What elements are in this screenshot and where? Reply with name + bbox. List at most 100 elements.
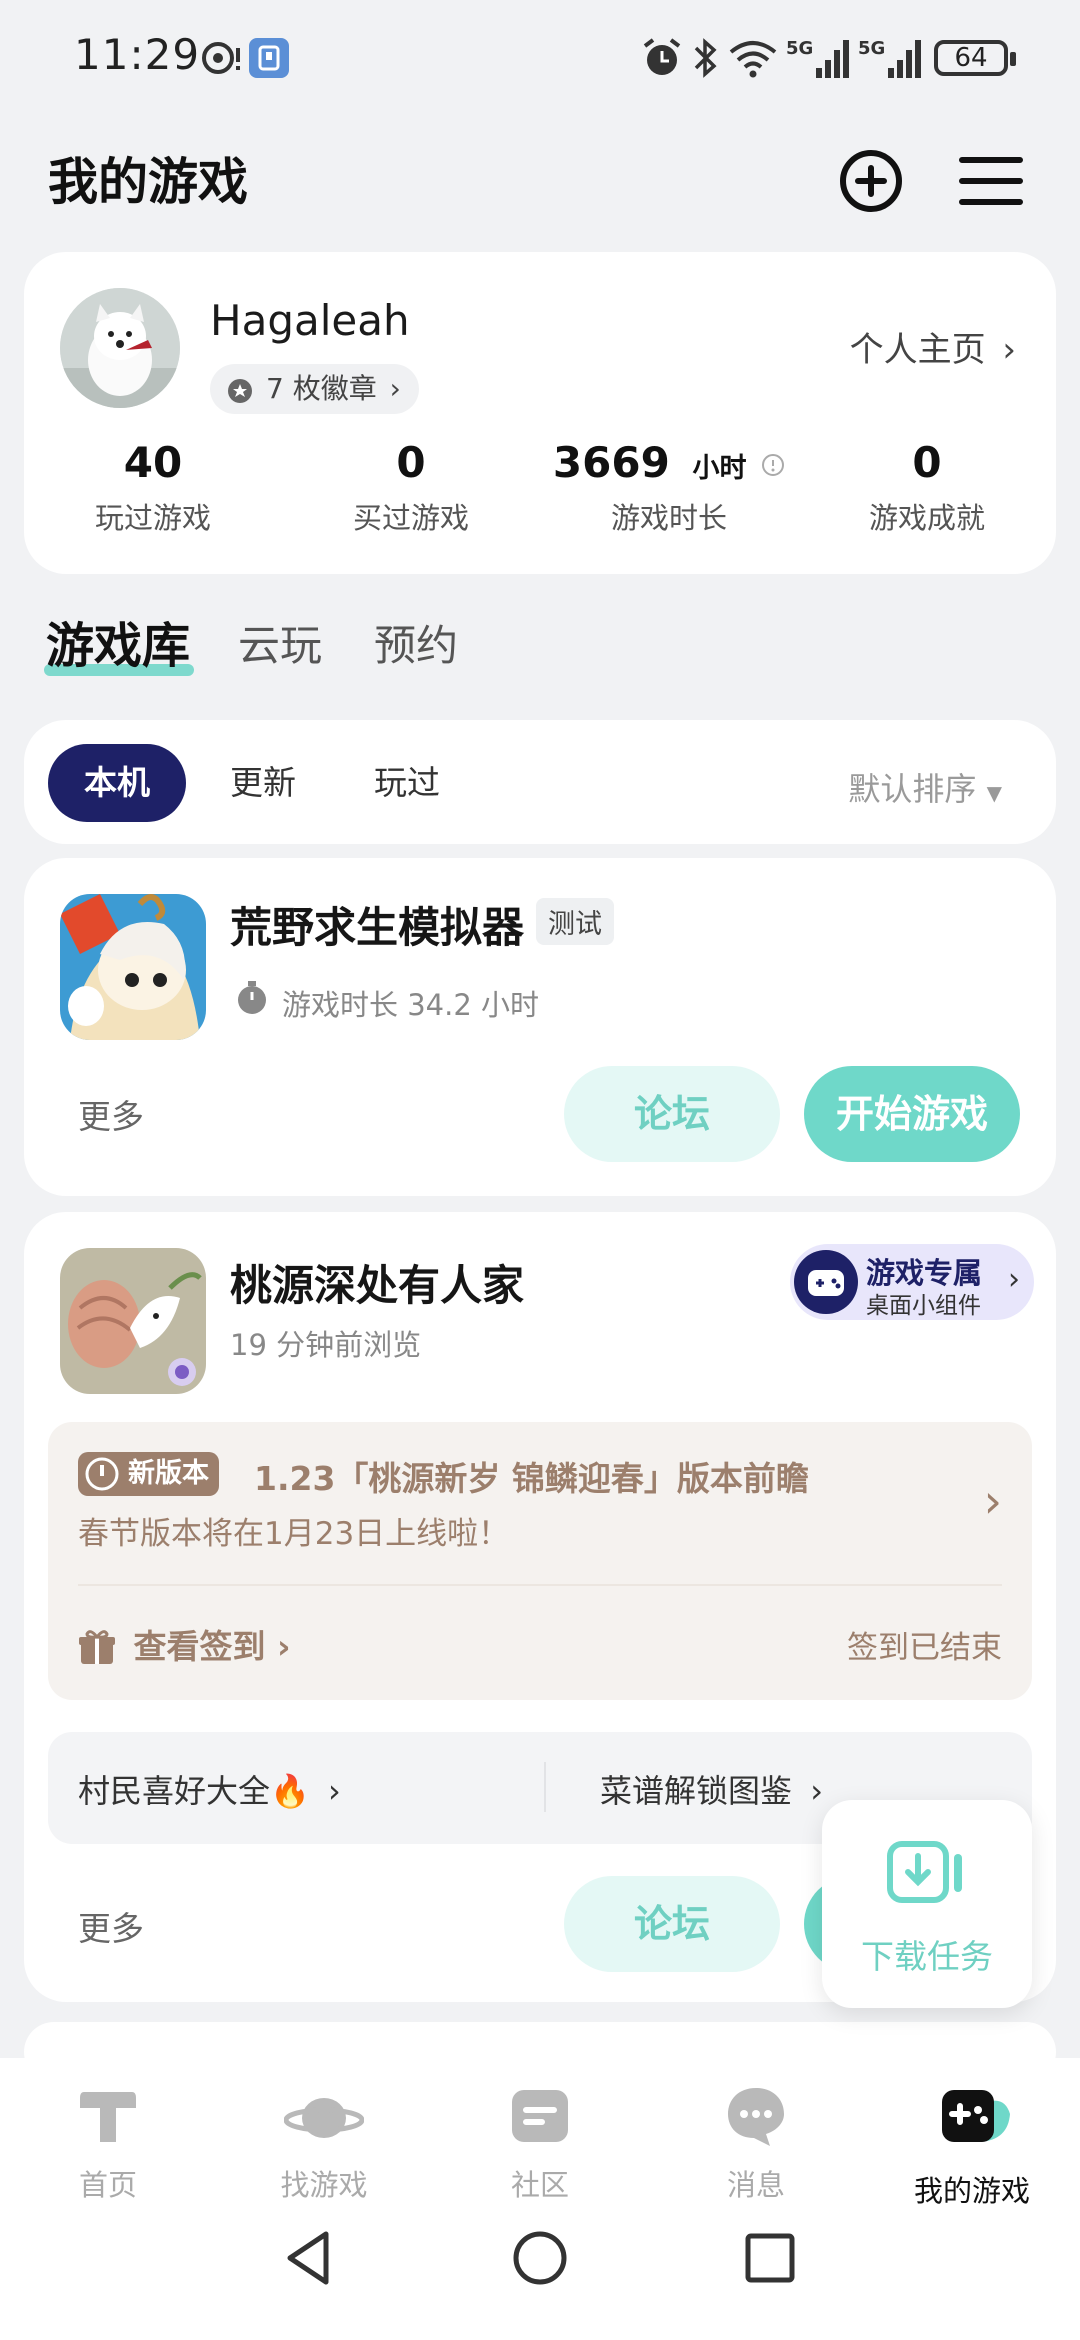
sort-label: 默认排序 [848,770,977,808]
chevron-right-icon: › [810,1772,823,1810]
peach-goose-game-icon [60,1248,206,1394]
info-icon[interactable] [761,453,785,477]
alarm-icon [643,38,681,75]
game-title[interactable]: 桃源深处有人家 [230,1252,524,1313]
nav-community[interactable]: 社区 [460,2084,620,2204]
chevron-right-icon: › [983,1474,1002,1528]
nav-label: 找游戏 [280,2168,368,2202]
bluetooth-icon [694,38,717,78]
nav-my-games[interactable]: 我的游戏 [892,2084,1052,2210]
back-button[interactable] [284,2228,334,2288]
stat-unit: 小时 [692,453,747,484]
home-t-icon [80,2092,136,2142]
app-notification-icon [249,38,289,78]
nav-home[interactable]: 首页 [28,2084,188,2204]
stat-bought-games[interactable]: 0 买过游戏 [282,438,540,537]
filter-chip-played[interactable]: 玩过 [338,744,476,822]
dog-avatar-image [60,288,180,408]
stat-achievements[interactable]: 0 游戏成就 [798,438,1056,537]
tab-cloud-play[interactable]: 云玩 [238,612,322,673]
stat-label: 游戏时长 [610,501,727,535]
stat-value: 0 [912,438,942,487]
desktop-widget-button[interactable]: 游戏专属 桌面小组件 › [790,1244,1034,1320]
filter-bar: 本机 更新 玩过 默认排序 ▼ [24,720,1056,844]
nav-discover[interactable]: 找游戏 [244,2084,404,2204]
recipe-unlock-link[interactable]: 菜谱解锁图鉴 › [600,1766,823,1812]
divider [78,1584,1002,1586]
checkin-status: 签到已结束 [847,1630,1002,1666]
stopwatch-icon [238,981,266,1014]
signal-5g-icon-2: 5G [858,38,921,78]
home-button[interactable] [512,2230,568,2286]
stat-value: 0 [396,438,426,487]
battery-indicator: 64 [934,40,1016,76]
badges-button[interactable]: 7 枚徽章 › [210,364,419,414]
nav-label: 消息 [726,2168,785,2202]
username: Hagaleah [210,296,410,345]
stat-value: 40 [123,438,183,487]
add-game-button[interactable] [836,146,906,216]
checkin-link[interactable]: 查看签到 › [78,1620,291,1668]
planet-icon [283,2098,365,2138]
homepage-label: 个人主页 [849,330,986,370]
playtime-text: 游戏时长 34.2 小时 [282,988,540,1022]
caret-down-icon: ▼ [986,781,1002,805]
gift-icon [79,1630,115,1664]
stat-played-games[interactable]: 40 玩过游戏 [24,438,282,537]
last-viewed-text: 19 分钟前浏览 [230,1328,422,1362]
personal-homepage-link[interactable]: 个人主页 › [850,322,1016,371]
game-icon[interactable] [60,1248,206,1394]
recents-button[interactable] [744,2232,796,2284]
community-icon [512,2090,568,2142]
version-notice[interactable]: 新版本 1.23「桃源新岁 锦鳞迎春」版本前瞻 春节版本将在1月23日上线啦！ … [48,1422,1032,1700]
checkin-label: 查看签到 [133,1627,266,1666]
new-version-label: 新版本 [128,1458,209,1489]
forum-button[interactable]: 论坛 [564,1876,780,1972]
signal-5g-icon: 5G [786,38,849,78]
nav-label: 社区 [510,2168,569,2202]
download-tasks-button[interactable]: 下载任务 [822,1800,1032,2008]
nav-label: 我的游戏 [913,2174,1030,2208]
stat-value: 3669 [552,438,670,487]
game-title[interactable]: 荒野求生模拟器 [230,894,524,955]
my-games-gamepad-icon [942,2090,1010,2142]
tab-reservations[interactable]: 预约 [374,612,458,673]
avatar[interactable] [60,288,180,408]
download-icon [887,1841,962,1903]
more-button[interactable]: 更多 [78,1090,144,1138]
filter-chip-updates[interactable]: 更新 [194,744,332,822]
svg-text:5G: 5G [786,38,813,59]
medal-icon [228,379,252,403]
chevron-right-icon: › [1008,1262,1020,1297]
start-game-button[interactable]: 开始游戏 [804,1066,1020,1162]
stat-playtime[interactable]: 3669 小时 游戏时长 [540,438,798,537]
chevron-right-icon: › [277,1627,291,1666]
svg-text:5G: 5G [858,38,885,59]
status-bar: 11:29 5G 5G 64 [0,0,1080,120]
villager-preferences-link[interactable]: 村民喜好大全🔥 › [78,1766,341,1812]
notice-title: 1.23「桃源新岁 锦鳞迎春」版本前瞻 [254,1459,809,1498]
download-tasks-label: 下载任务 [861,1937,993,1976]
sort-dropdown[interactable]: 默认排序 ▼ [848,764,1002,810]
nav-messages[interactable]: 消息 [676,2084,836,2204]
forum-button[interactable]: 论坛 [564,1066,780,1162]
refresh-icon [85,1457,119,1491]
link-label: 菜谱解锁图鉴 [600,1772,793,1810]
game-icon[interactable] [60,894,206,1040]
stat-label: 玩过游戏 [94,501,211,535]
divider [544,1762,546,1812]
tab-game-library[interactable]: 游戏库 [46,606,190,676]
hotspot-icon [202,42,240,74]
game-card-wilderness: 荒野求生模拟器 测试 游戏时长 34.2 小时 更多 论坛 开始游戏 [24,858,1056,1196]
beta-tag: 测试 [536,898,614,945]
nav-label: 首页 [78,2168,137,2202]
menu-button[interactable] [956,146,1026,216]
more-button[interactable]: 更多 [78,1902,144,1950]
filter-chip-local[interactable]: 本机 [48,744,186,822]
chevron-right-icon: › [328,1772,341,1810]
widget-subtitle: 桌面小组件 [866,1293,981,1319]
notice-body: 春节版本将在1月23日上线啦！ [78,1516,510,1552]
link-label: 村民喜好大全🔥 [78,1772,310,1810]
message-icon [728,2088,784,2146]
chevron-right-icon: › [389,372,401,405]
